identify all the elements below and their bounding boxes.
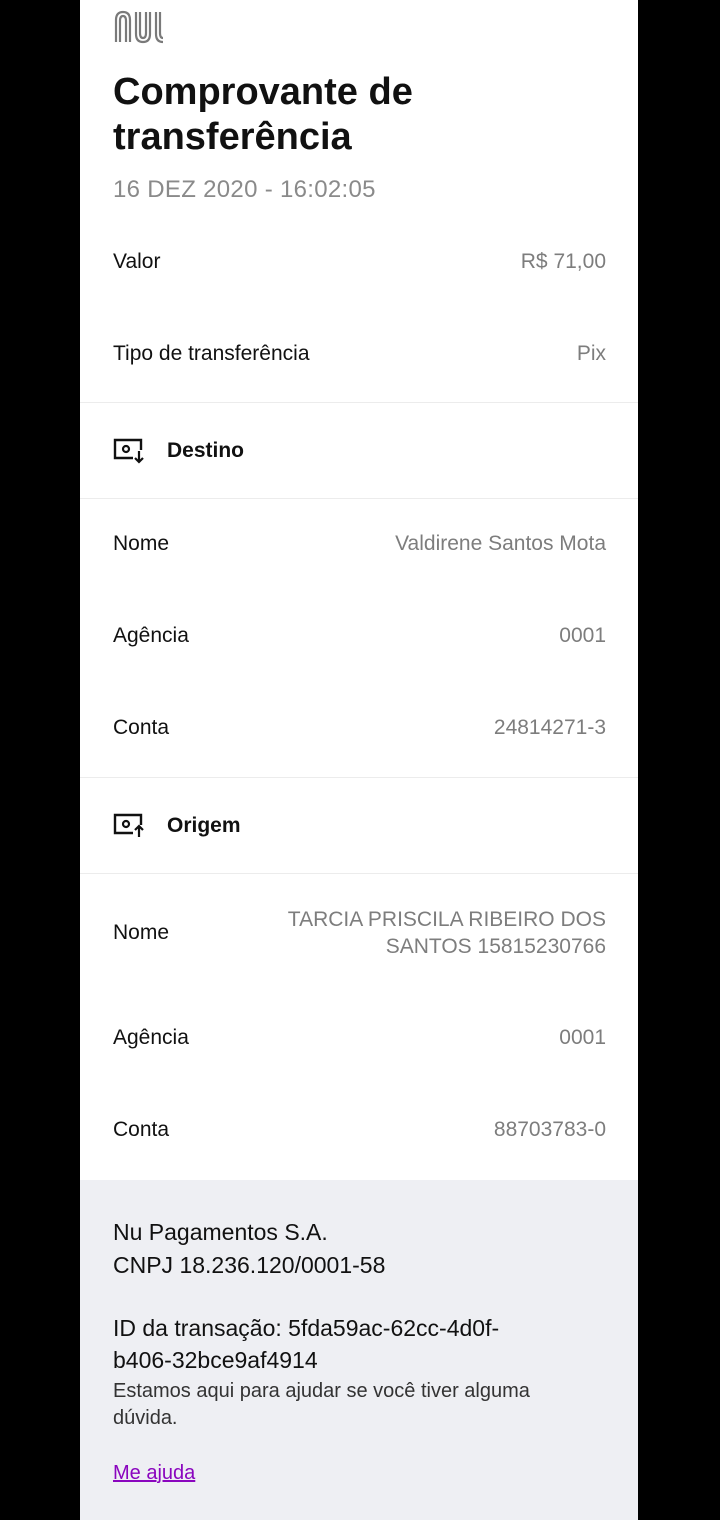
row-value: 24814271-3	[493, 716, 606, 739]
row-valor: Valor R$ 71,00	[113, 250, 606, 274]
row-label: Agência	[113, 624, 189, 647]
divider	[80, 498, 638, 499]
transaction-id: ID da transação: 5fda59ac-62cc-4d0f- b40…	[113, 1312, 593, 1376]
row-origem-conta: Conta 88703783-0	[113, 1118, 606, 1142]
row-destino-agencia: Agência 0001	[113, 624, 606, 648]
row-label: Conta	[113, 716, 170, 739]
company-info: Nu Pagamentos S.A. CNPJ 18.236.120/0001-…	[113, 1216, 385, 1282]
row-value: Pix	[576, 342, 606, 365]
receive-money-icon	[113, 438, 144, 464]
row-label: Nome	[113, 921, 170, 944]
row-value: R$ 71,00	[520, 250, 606, 273]
value-line: SANTOS 15815230766	[385, 935, 606, 958]
company-cnpj: CNPJ 18.236.120/0001-58	[113, 1252, 386, 1278]
receipt-card: Comprovante de transferência 16 DEZ 2020…	[80, 0, 638, 1520]
row-value: 0001	[559, 624, 606, 647]
divider	[80, 402, 638, 403]
row-value: 88703783-0	[493, 1118, 606, 1141]
divider	[80, 873, 638, 874]
row-label: Valor	[113, 250, 161, 273]
row-tipo: Tipo de transferência Pix	[113, 342, 606, 366]
row-label: Nome	[113, 532, 170, 555]
send-money-icon	[113, 813, 144, 837]
row-label: Conta	[113, 1118, 170, 1141]
row-destino-conta: Conta 24814271-3	[113, 716, 606, 740]
row-value: TARCIA PRISCILA RIBEIRO DOS SANTOS 15815…	[288, 906, 606, 960]
divider	[80, 777, 638, 778]
nubank-logo	[114, 10, 164, 44]
transfer-datetime: 16 DEZ 2020 - 16:02:05	[113, 176, 376, 203]
txid-line: ID da transação: 5fda59ac-62cc-4d0f-	[113, 1315, 500, 1341]
section-title: Origem	[167, 814, 241, 837]
row-value: Valdirene Santos Mota	[395, 532, 606, 555]
txid-line: b406-32bce9af4914	[113, 1347, 318, 1373]
row-label: Agência	[113, 1026, 189, 1049]
row-value: 0001	[559, 1026, 606, 1049]
page-title: Comprovante de transferência	[113, 71, 413, 158]
value-line: TARCIA PRISCILA RIBEIRO DOS	[287, 908, 606, 931]
section-origem: Origem	[113, 812, 241, 840]
company-name: Nu Pagamentos S.A.	[113, 1219, 328, 1245]
row-destino-nome: Nome Valdirene Santos Mota	[113, 532, 606, 556]
section-destino: Destino	[113, 437, 244, 465]
row-origem-nome: Nome TARCIA PRISCILA RIBEIRO DOS SANTOS …	[113, 906, 606, 960]
receipt-footer: Nu Pagamentos S.A. CNPJ 18.236.120/0001-…	[80, 1180, 638, 1520]
help-link[interactable]: Me ajuda	[113, 1462, 195, 1485]
row-origem-agencia: Agência 0001	[113, 1026, 606, 1050]
row-label: Tipo de transferência	[113, 342, 310, 365]
section-title: Destino	[167, 439, 245, 462]
help-text: Estamos aqui para ajudar se você tiver a…	[113, 1380, 530, 1429]
